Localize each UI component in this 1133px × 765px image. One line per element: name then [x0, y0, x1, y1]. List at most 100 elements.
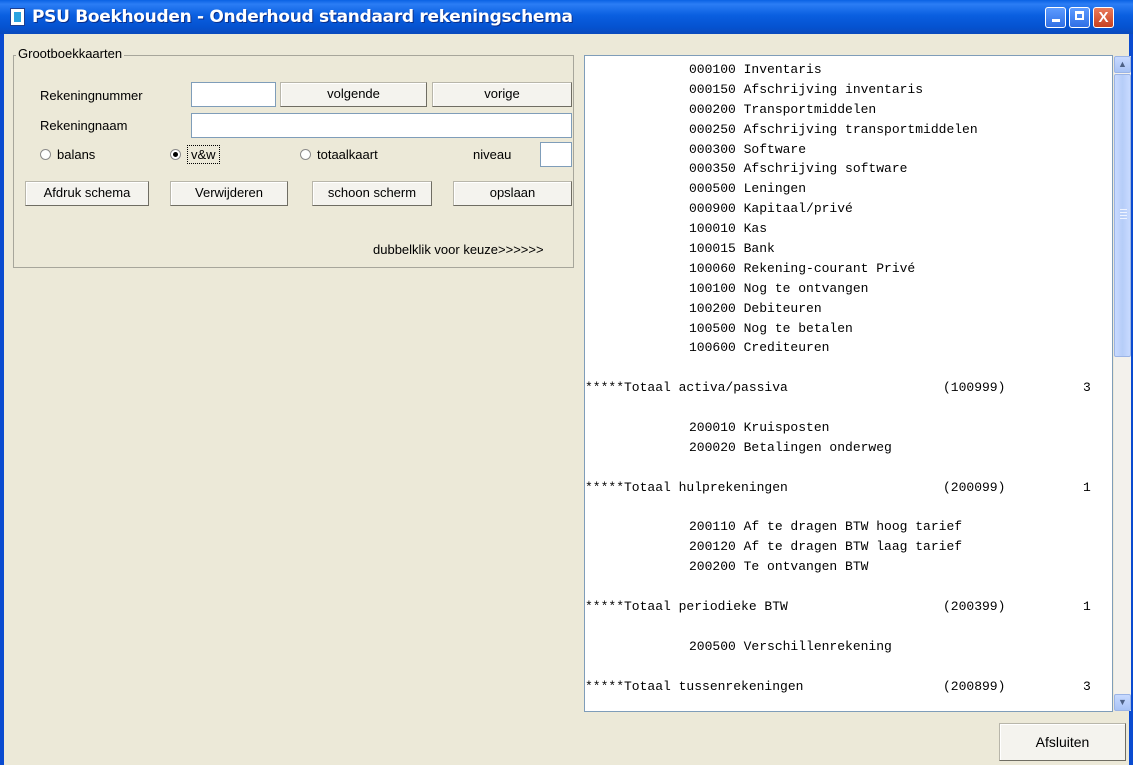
app-icon[interactable] — [10, 8, 25, 26]
maximize-icon — [1075, 11, 1084, 20]
total-row[interactable]: *****Totaal tussenrekeningen (200899) 3 — [585, 677, 1112, 697]
total-row[interactable]: *****Totaal hulprekeningen (200099) 1 — [585, 478, 1112, 498]
account-row[interactable]: 000250 Afschrijving transportmiddelen — [585, 120, 1112, 140]
account-row[interactable]: 000200 Transportmiddelen — [585, 100, 1112, 120]
account-row[interactable]: 100060 Rekening-courant Privé — [585, 259, 1112, 279]
total-ref: (100999) — [943, 380, 1006, 396]
total-level: 3 — [1083, 380, 1091, 396]
radio-totaalkaart[interactable] — [300, 149, 311, 160]
total-level: 3 — [1083, 678, 1091, 694]
account-text: 100060 Rekening-courant Privé — [689, 260, 916, 276]
schoon-scherm-button[interactable]: schoon scherm — [312, 181, 432, 206]
blank-row[interactable] — [585, 617, 1112, 637]
niveau-label: niveau — [473, 147, 512, 162]
account-row[interactable]: 000500 Leningen — [585, 179, 1112, 199]
scrollbar-thumb[interactable] — [1114, 74, 1131, 357]
scroll-down-button[interactable]: ▼ — [1114, 694, 1131, 711]
total-ref: (200899) — [943, 678, 1006, 694]
account-text: 200110 Af te dragen BTW hoog tarief — [689, 519, 963, 535]
niveau-input[interactable] — [540, 142, 572, 167]
account-row[interactable]: 100100 Nog te ontvangen — [585, 279, 1112, 299]
minimize-button[interactable] — [1045, 7, 1066, 28]
account-row[interactable]: 200010 Kruisposten — [585, 418, 1112, 438]
total-ref: (200399) — [943, 599, 1006, 615]
total-row[interactable]: *****Totaal periodieke BTW (200399) 1 — [585, 597, 1112, 617]
account-row[interactable]: 200020 Betalingen onderweg — [585, 438, 1112, 458]
dubbelklik-hint: dubbelklik voor keuze>>>>>> — [373, 242, 544, 257]
account-row[interactable]: 200500 Verschillenrekening — [585, 637, 1112, 657]
account-text: 100200 Debiteuren — [689, 300, 822, 316]
total-label: *****Totaal tussenrekeningen — [585, 678, 804, 694]
total-row[interactable]: *****Totaal activa/passiva (100999) 3 — [585, 378, 1112, 398]
account-text: 000350 Afschrijving software — [689, 161, 908, 177]
total-label: *****Totaal activa/passiva — [585, 380, 788, 396]
account-text: 000100 Inventaris — [689, 62, 822, 77]
title-bar[interactable]: PSU Boekhouden - Onderhoud standaard rek… — [0, 0, 1133, 34]
account-row[interactable]: 100010 Kas — [585, 219, 1112, 239]
account-row[interactable]: 000900 Kapitaal/privé — [585, 199, 1112, 219]
account-row[interactable]: 000300 Software — [585, 140, 1112, 160]
account-row[interactable]: 100015 Bank — [585, 239, 1112, 259]
account-text: 000150 Afschrijving inventaris — [689, 81, 924, 97]
afsluiten-button[interactable]: Afsluiten — [999, 723, 1126, 761]
vertical-scrollbar[interactable]: ▲ ▼ — [1114, 56, 1131, 711]
total-ref: (200099) — [943, 479, 1006, 495]
total-label: *****Totaal hulprekeningen — [585, 479, 788, 495]
account-row[interactable]: 200110 Af te dragen BTW hoog tarief — [585, 517, 1112, 537]
account-text: 200200 Te ontvangen BTW — [689, 559, 869, 575]
scroll-up-button[interactable]: ▲ — [1114, 56, 1131, 73]
radio-venw-label[interactable]: v&w — [191, 147, 216, 162]
account-text: 100100 Nog te ontvangen — [689, 280, 869, 296]
blank-row[interactable] — [585, 358, 1112, 378]
close-icon: X — [1098, 9, 1109, 26]
radio-totaalkaart-label[interactable]: totaalkaart — [317, 147, 378, 162]
radio-venw[interactable] — [170, 149, 181, 160]
account-text: 100015 Bank — [689, 241, 775, 257]
rekeningnaam-input[interactable] — [191, 113, 572, 138]
volgende-button[interactable]: volgende — [280, 82, 427, 107]
account-text: 000300 Software — [689, 141, 807, 157]
account-row[interactable]: 100200 Debiteuren — [585, 299, 1112, 319]
verwijderen-button[interactable]: Verwijderen — [170, 181, 288, 206]
account-text: 100500 Nog te betalen — [689, 320, 853, 336]
blank-row[interactable] — [585, 577, 1112, 597]
account-row[interactable]: 200200 Te ontvangen BTW — [585, 557, 1112, 577]
account-row[interactable]: 100600 Crediteuren — [585, 338, 1112, 358]
blank-row[interactable] — [585, 498, 1112, 518]
account-text: 000900 Kapitaal/privé — [689, 201, 853, 217]
maximize-button[interactable] — [1069, 7, 1090, 28]
account-row[interactable]: 000350 Afschrijving software — [585, 159, 1112, 179]
rekeningnummer-label: Rekeningnummer — [40, 88, 143, 103]
rekeningnaam-label: Rekeningnaam — [40, 118, 128, 133]
vorige-button[interactable]: vorige — [432, 82, 572, 107]
window-title: PSU Boekhouden - Onderhoud standaard rek… — [32, 7, 573, 27]
account-text: 100010 Kas — [689, 221, 768, 237]
window-frame-left — [0, 34, 4, 765]
account-text: 000200 Transportmiddelen — [689, 101, 877, 117]
minimize-icon — [1051, 19, 1060, 22]
total-label: *****Totaal periodieke BTW — [585, 599, 788, 615]
account-text: 100600 Crediteuren — [689, 340, 830, 356]
account-row[interactable]: 000150 Afschrijving inventaris — [585, 80, 1112, 100]
account-text: 200120 Af te dragen BTW laag tarief — [689, 539, 963, 555]
total-level: 1 — [1083, 599, 1091, 615]
blank-row[interactable] — [585, 398, 1112, 418]
radio-balans-label[interactable]: balans — [57, 147, 95, 162]
rekeningnummer-input[interactable] — [191, 82, 276, 107]
account-row[interactable]: 000100 Inventaris — [585, 60, 1112, 80]
blank-row[interactable] — [585, 657, 1112, 677]
blank-row[interactable] — [585, 458, 1112, 478]
account-row[interactable]: 100500 Nog te betalen — [585, 319, 1112, 339]
account-text: 000250 Afschrijving transportmiddelen — [689, 121, 978, 137]
afdruk-schema-button[interactable]: Afdruk schema — [25, 181, 149, 206]
account-text: 200010 Kruisposten — [689, 420, 830, 436]
account-text: 200020 Betalingen onderweg — [689, 439, 892, 455]
list-content: 000100 Inventaris 000150 Afschrijving inv… — [585, 60, 1112, 697]
rekeningschema-list[interactable]: 000100 Inventaris 000150 Afschrijving inv… — [584, 55, 1113, 712]
opslaan-button[interactable]: opslaan — [453, 181, 572, 206]
account-text: 200500 Verschillenrekening — [689, 638, 892, 654]
account-row[interactable]: 200120 Af te dragen BTW laag tarief — [585, 537, 1112, 557]
radio-balans[interactable] — [40, 149, 51, 160]
close-button[interactable]: X — [1093, 7, 1114, 28]
group-title: Grootboekkaarten — [16, 46, 125, 61]
